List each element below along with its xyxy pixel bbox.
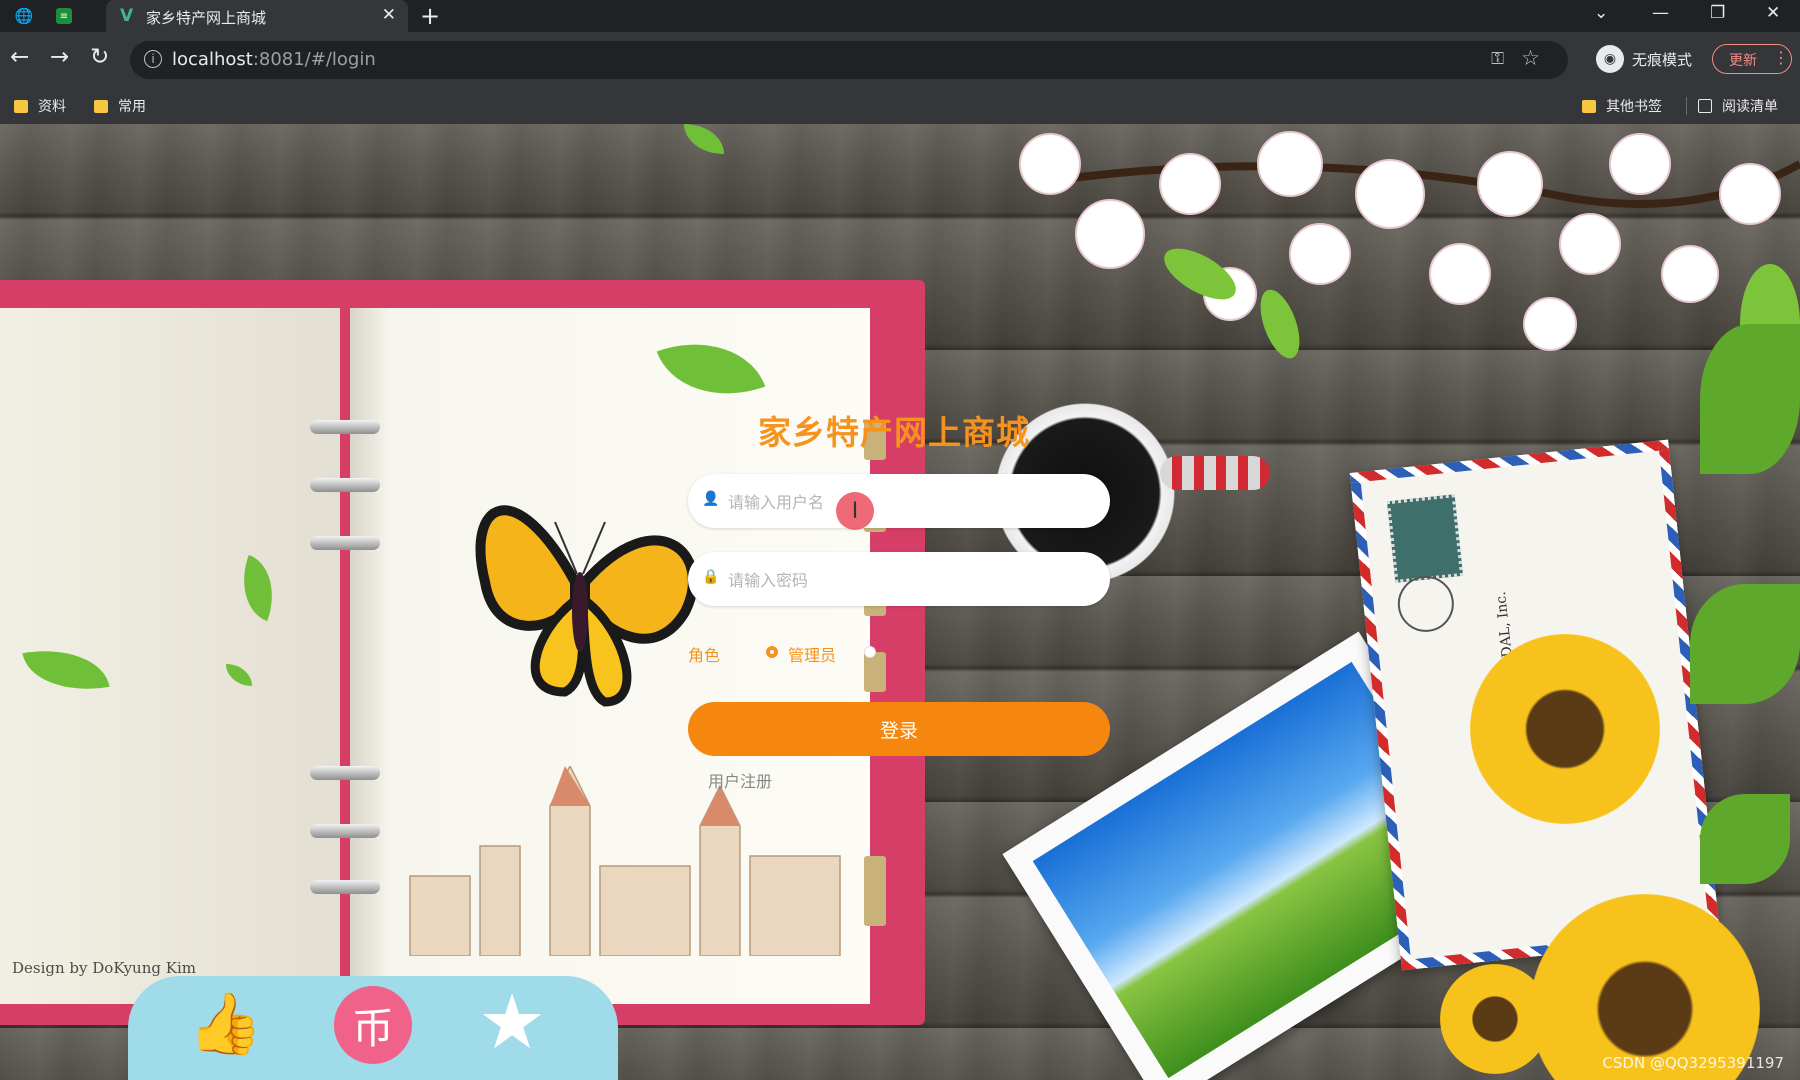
update-button[interactable]: 更新 ⋮ bbox=[1712, 44, 1792, 74]
username-field[interactable]: 👤 bbox=[688, 474, 1110, 528]
butterfly-decoration bbox=[475, 505, 698, 707]
folder-icon bbox=[94, 99, 108, 113]
leaf-decoration bbox=[1700, 324, 1800, 474]
globe-icon[interactable]: 🌐 bbox=[14, 6, 34, 26]
more-icon: ⋮ bbox=[1773, 48, 1789, 67]
vue-icon: V bbox=[120, 6, 134, 26]
minimize-icon[interactable]: — bbox=[1652, 3, 1669, 23]
role-option-admin[interactable]: 管理员 bbox=[788, 642, 836, 666]
folder-icon bbox=[14, 99, 28, 113]
key-icon[interactable]: ⚿ bbox=[1491, 49, 1504, 69]
window-close-icon[interactable]: ✕ bbox=[1766, 3, 1780, 23]
thumbs-up-icon[interactable]: 👍 bbox=[188, 988, 263, 1059]
role-radio-admin[interactable] bbox=[766, 646, 778, 658]
sheet-icon[interactable]: ≡ bbox=[56, 8, 72, 24]
register-link[interactable]: 用户注册 bbox=[708, 768, 772, 792]
reading-list-icon bbox=[1698, 99, 1712, 113]
sunflower-decoration bbox=[1440, 964, 1550, 1074]
info-icon[interactable]: i bbox=[144, 50, 162, 68]
binder-ring bbox=[310, 824, 380, 838]
url-text: localhost:8081/#/login bbox=[172, 49, 376, 70]
bookmarks-bar: 资料 常用 其他书签 阅读清单 bbox=[0, 88, 1800, 125]
role-label: 角色 bbox=[688, 646, 721, 665]
watermark: CSDN @QQ3295391197 bbox=[1602, 1054, 1784, 1072]
design-credit: Design by DoKyung Kim bbox=[12, 959, 196, 977]
role-selector: 角色 管理员 bbox=[688, 640, 948, 666]
leaf-decoration bbox=[1700, 794, 1790, 884]
stamp-decoration bbox=[1386, 494, 1464, 583]
binder-ring bbox=[310, 880, 380, 894]
video-action-bar: 👍 币 ★ bbox=[128, 976, 618, 1080]
browser-toolbar: ← → ↻ i localhost:8081/#/login ⚿ ☆ ◉ 无痕模… bbox=[0, 32, 1800, 88]
close-icon[interactable]: ✕ bbox=[382, 5, 396, 25]
password-field[interactable]: 🔒 bbox=[688, 552, 1110, 606]
forward-icon[interactable]: → bbox=[50, 44, 69, 70]
plus-icon[interactable]: + bbox=[420, 2, 440, 30]
role-radio-other[interactable] bbox=[864, 646, 876, 658]
leaf-decoration bbox=[1690, 584, 1800, 704]
tab-active[interactable]: V 家乡特产网上商城 ✕ bbox=[106, 0, 408, 32]
reading-list[interactable]: 阅读清单 bbox=[1698, 96, 1778, 116]
bookmark-separator bbox=[1686, 97, 1687, 115]
text-cursor-icon: Ι bbox=[836, 492, 874, 530]
postmark-decoration bbox=[1395, 573, 1457, 635]
tab-title: 家乡特产网上商城 bbox=[146, 9, 267, 27]
page-tab bbox=[864, 856, 886, 926]
username-input[interactable] bbox=[726, 484, 1090, 520]
site-title: 家乡特产网上商城 bbox=[758, 413, 1030, 452]
binder-ring bbox=[310, 766, 380, 780]
browser-tab-strip: 🌐 ≡ V 家乡特产网上商城 ✕ + ⌄ — ❐ ✕ bbox=[0, 0, 1800, 32]
binder-ring bbox=[310, 420, 380, 434]
binder-ring bbox=[310, 478, 380, 492]
coin-icon[interactable]: 币 bbox=[334, 986, 412, 1064]
cherry-blossom-decoration bbox=[1019, 131, 1800, 384]
cup-handle-decoration bbox=[1160, 456, 1270, 490]
login-button[interactable]: 登录 bbox=[688, 702, 1110, 756]
skyline-decoration bbox=[409, 766, 841, 956]
incognito-icon[interactable]: ◉ bbox=[1596, 45, 1624, 73]
binder-ring bbox=[310, 536, 380, 550]
restore-icon[interactable]: ❐ bbox=[1710, 3, 1725, 23]
password-input[interactable] bbox=[726, 562, 1090, 598]
address-bar[interactable]: i localhost:8081/#/login ⚿ ☆ bbox=[130, 41, 1568, 79]
tab-search-icon[interactable]: ⌄ bbox=[1594, 3, 1608, 23]
bookmark-folder[interactable]: 常用 bbox=[94, 96, 146, 116]
other-bookmarks[interactable]: 其他书签 bbox=[1582, 96, 1662, 116]
back-icon[interactable]: ← bbox=[10, 44, 29, 70]
lock-icon: 🔒 bbox=[702, 569, 720, 585]
user-icon: 👤 bbox=[702, 491, 720, 507]
favorite-star-icon[interactable]: ★ bbox=[478, 984, 546, 1060]
incognito-label: 无痕模式 bbox=[1632, 51, 1693, 69]
login-page: Design by DoKyung Kim ADAL, Inc. 家乡特产网上商… bbox=[0, 124, 1800, 1080]
star-icon[interactable]: ☆ bbox=[1521, 46, 1540, 70]
folder-icon bbox=[1582, 99, 1596, 113]
sunflower-decoration bbox=[1470, 634, 1660, 824]
reload-icon[interactable]: ↻ bbox=[90, 44, 109, 70]
bookmark-folder[interactable]: 资料 bbox=[14, 96, 66, 116]
